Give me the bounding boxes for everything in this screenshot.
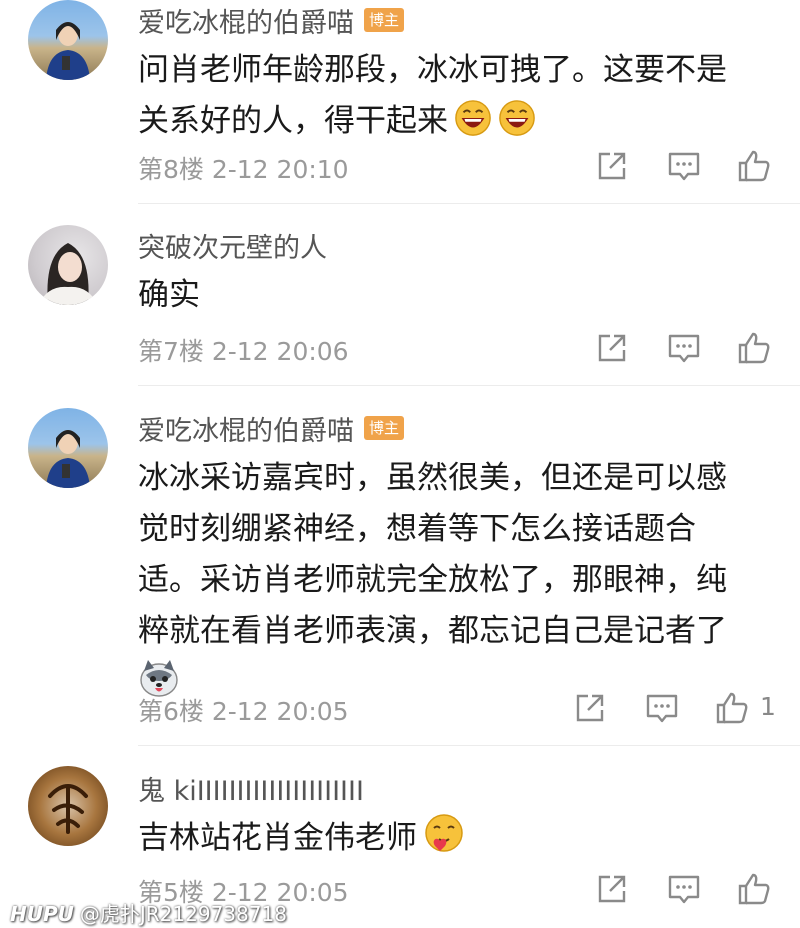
comment-line: 吉林站花肖金伟老师 xyxy=(138,820,417,856)
comment-meta: 第8楼 2-12 20:10 xyxy=(138,155,349,184)
comment-text: 问肖老师年龄那段，冰冰可拽了。这要不是 关系好的人，得干起来 xyxy=(138,45,768,147)
comment-header: 鬼 kiIIIIIIIIIIIIIIIIIIIII xyxy=(138,768,364,808)
action-bar: 1 xyxy=(568,690,790,730)
reply-icon[interactable] xyxy=(666,148,702,184)
avatar[interactable] xyxy=(28,408,108,488)
divider xyxy=(138,203,800,204)
username[interactable]: 爱吃冰棍的伯爵喵 xyxy=(138,409,354,448)
author-badge: 博主 xyxy=(364,416,405,440)
comment-line: 适。采访肖老师就完全放松了，那眼神，纯 xyxy=(138,562,727,598)
comment-line: 冰冰采访嘉宾时，虽然很美，但还是可以感 xyxy=(138,460,727,496)
comment-meta: 第7楼 2-12 20:06 xyxy=(138,337,349,366)
like-icon[interactable] xyxy=(714,690,750,726)
like-count: 1 xyxy=(760,692,776,721)
comment-line: 关系好的人，得干起来 xyxy=(138,103,448,139)
username[interactable]: 爱吃冰棍的伯爵喵 xyxy=(138,1,354,40)
comment-text: 冰冰采访嘉宾时，虽然很美，但还是可以感 觉时刻绷紧神经，想着等下怎么接话题合 适… xyxy=(138,453,768,701)
laughing-emoji xyxy=(455,100,491,136)
share-icon[interactable] xyxy=(572,690,608,726)
comment-meta: 第6楼 2-12 20:05 xyxy=(138,697,349,726)
reply-icon[interactable] xyxy=(666,871,702,907)
action-bar xyxy=(590,871,790,911)
comment-line: 确实 xyxy=(138,277,200,313)
divider xyxy=(138,385,800,386)
avatar[interactable] xyxy=(28,766,108,846)
comment-header: 爱吃冰棍的伯爵喵 博主 xyxy=(138,0,405,40)
watermark-brand: HUPU xyxy=(10,902,74,926)
like-icon[interactable] xyxy=(736,330,772,366)
author-badge: 博主 xyxy=(364,8,405,32)
action-bar xyxy=(590,148,790,188)
avatar[interactable] xyxy=(28,0,108,80)
reply-icon[interactable] xyxy=(666,330,702,366)
comment-header: 爱吃冰棍的伯爵喵 博主 xyxy=(138,408,405,448)
comment-text: 吉林站花肖金伟老师 xyxy=(138,812,768,864)
comment-line-with-emoji: 关系好的人，得干起来 xyxy=(138,96,768,147)
comment-line: 粹就在看肖老师表演，都忘记自己是记者了 xyxy=(138,613,727,649)
like-icon[interactable] xyxy=(736,148,772,184)
comment-line: 问肖老师年龄那段，冰冰可拽了。这要不是 xyxy=(138,52,727,88)
username[interactable]: 突破次元壁的人 xyxy=(138,226,327,265)
avatar[interactable] xyxy=(28,225,108,305)
heart-face-emoji xyxy=(425,814,463,852)
like-icon[interactable] xyxy=(736,871,772,907)
share-icon[interactable] xyxy=(594,871,630,907)
username[interactable]: 鬼 kiIIIIIIIIIIIIIIIIIIIII xyxy=(138,769,364,808)
comment-line: 觉时刻绷紧神经，想着等下怎么接话题合 xyxy=(138,511,696,547)
divider xyxy=(138,745,800,746)
comment-header: 突破次元壁的人 xyxy=(138,225,327,265)
comment-line-with-emoji: 吉林站花肖金伟老师 xyxy=(138,812,768,864)
laughing-emoji xyxy=(499,100,535,136)
watermark: HUPU @虎扑JR2129738718 xyxy=(10,898,287,927)
action-bar xyxy=(590,330,790,370)
share-icon[interactable] xyxy=(594,330,630,366)
comment-text: 确实 xyxy=(138,270,768,321)
reply-icon[interactable] xyxy=(644,690,680,726)
watermark-text: @虎扑JR2129738718 xyxy=(79,902,287,926)
share-icon[interactable] xyxy=(594,148,630,184)
